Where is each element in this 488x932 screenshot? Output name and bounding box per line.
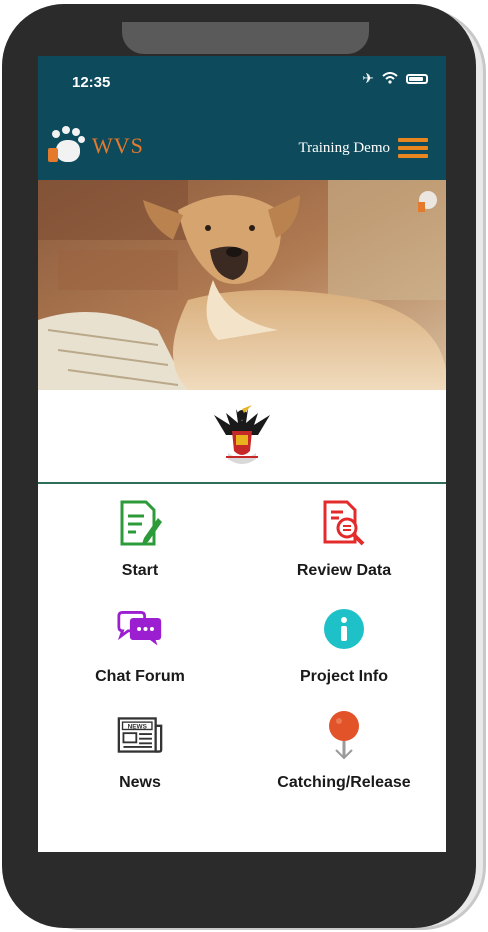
menu-label-catching-release: Catching/Release bbox=[277, 774, 411, 791]
menu-label-review-data: Review Data bbox=[296, 562, 392, 579]
sarawak-coat-of-arms-icon bbox=[214, 405, 270, 464]
svg-text:NEWS: NEWS bbox=[128, 724, 148, 731]
menu-tile-news[interactable]: NEWS News bbox=[38, 696, 242, 800]
wifi-icon bbox=[382, 71, 398, 87]
menu-label-start: Start bbox=[121, 562, 159, 579]
emblem-band bbox=[38, 390, 446, 484]
menu-tile-chat-forum[interactable]: Chat Forum bbox=[38, 590, 242, 694]
menu-label-chat-forum: Chat Forum bbox=[95, 668, 185, 685]
newspaper-icon: NEWS bbox=[117, 710, 163, 760]
status-icons: ✈ bbox=[362, 70, 428, 87]
menu-label-project-info: Project Info bbox=[299, 668, 388, 685]
menu-label[interactable]: Training Demo bbox=[298, 140, 390, 157]
edit-document-icon bbox=[117, 498, 163, 548]
logo-text: WVS bbox=[92, 133, 144, 158]
hero-dog-image bbox=[38, 180, 446, 390]
menu-tile-start[interactable]: Start bbox=[38, 484, 242, 588]
menu-tile-catching-release[interactable]: Catching/Release bbox=[242, 696, 446, 800]
battery-icon bbox=[406, 73, 428, 84]
chat-bubbles-icon bbox=[117, 604, 163, 654]
menu-tile-review-data[interactable]: Review Data bbox=[242, 484, 446, 588]
paw-logo-icon bbox=[48, 126, 88, 166]
app-logo[interactable]: WVS bbox=[48, 126, 144, 166]
hamburger-menu-icon[interactable] bbox=[398, 138, 428, 158]
search-document-icon bbox=[321, 498, 367, 548]
status-time: 12:35 bbox=[72, 74, 111, 91]
menu-label-news: News bbox=[119, 774, 161, 791]
phone-notch bbox=[122, 22, 369, 54]
info-icon bbox=[321, 604, 367, 654]
app-screen: 12:35 ✈ WVS Training Demo Start Review D… bbox=[38, 56, 446, 852]
app-header: 12:35 ✈ WVS Training Demo bbox=[38, 56, 446, 180]
menu-tile-project-info[interactable]: Project Info bbox=[242, 590, 446, 694]
map-pin-icon bbox=[321, 710, 367, 760]
airplane-icon: ✈ bbox=[362, 70, 374, 86]
